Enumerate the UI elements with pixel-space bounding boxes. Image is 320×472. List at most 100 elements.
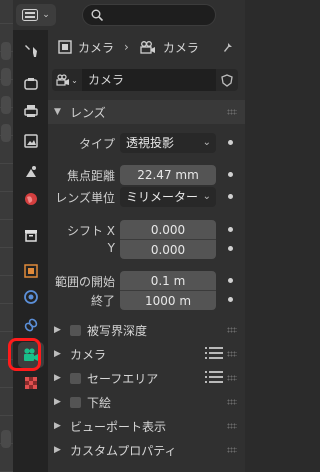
tab-output[interactable] [18,98,44,124]
section-background-images[interactable]: ▶ 下絵 [48,390,245,414]
fake-user-button[interactable] [216,69,238,91]
section-camera-label: カメラ [70,347,107,362]
drag-grip-icon[interactable] [227,351,237,357]
collection-box-icon [25,230,37,242]
lens-unit-label: レンズ単位 [55,191,115,205]
section-safe-areas-label: セーフエリア [87,371,159,386]
shift-y-field[interactable]: 0.000 [120,239,216,259]
drag-grip-icon[interactable] [227,423,237,429]
viewport-button[interactable] [1,430,11,448]
shift-x-label: シフト X [66,224,115,238]
viewport-button[interactable] [1,68,11,86]
browse-datablock-button[interactable]: ⌄ [52,69,82,91]
clip-end-field[interactable]: 1000 m [120,290,216,310]
tab-collection[interactable] [18,222,44,248]
viewport-button[interactable] [1,96,11,114]
lens-unit-dropdown[interactable]: ミリメーター ⌄ [120,187,216,207]
shift-x-field[interactable]: 0.000 [120,220,216,240]
tab-render[interactable] [18,70,44,96]
checker-texture-icon [25,377,37,389]
render-camera-icon [24,78,38,90]
chevron-right-icon: ▶ [54,421,61,431]
shift-y-row: Y 0.000 [48,238,245,260]
viewport-button[interactable] [1,124,11,142]
tab-object[interactable] [18,258,44,284]
section-viewport-display[interactable]: ▶ ビューポート表示 [48,414,245,438]
tab-world[interactable] [18,186,44,212]
tab-constraints[interactable] [18,312,44,338]
chevron-down-icon: ⌄ [71,75,78,85]
focal-length-field[interactable]: 22.47 mm [120,165,216,185]
clip-end-label: 終了 [90,294,115,308]
chevron-down-icon: ⌄ [202,137,211,148]
keyframe-dot[interactable] [228,227,233,232]
datablock-name-field[interactable]: カメラ [82,69,216,91]
chevron-right-icon: ▶ [54,373,61,383]
properties-editor-icon [22,9,39,21]
chevron-right-icon: › [124,40,129,54]
drag-grip-icon[interactable] [227,327,237,333]
chevron-down-icon: ⌄ [202,191,211,202]
viewport-edge [0,0,14,472]
lens-type-dropdown[interactable]: 透視投影 ⌄ [120,133,216,153]
chevron-down-icon: ⌄ [42,10,50,20]
shift-y-value: 0.000 [150,243,186,257]
section-background-label: 下絵 [87,395,112,410]
keyframe-dot[interactable] [228,297,233,302]
drag-grip-icon[interactable] [227,399,237,405]
clip-start-value: 0.1 m [150,274,186,288]
camera-data-icon [56,74,70,86]
focal-length-label: 焦点距離 [66,169,115,183]
keyframe-dot[interactable] [228,278,233,283]
background-images-checkbox[interactable] [70,396,81,408]
context-breadcrumb: カメラ › カメラ [52,36,240,58]
drag-grip-icon[interactable] [227,375,237,381]
tab-tool[interactable] [18,38,44,64]
section-camera[interactable]: ▶ カメラ [48,342,245,366]
tab-scene[interactable] [18,158,44,184]
presets-list-icon[interactable] [205,347,223,359]
properties-tabs [13,30,48,472]
keyframe-dot[interactable] [228,140,233,145]
drag-grip-icon[interactable] [227,447,237,453]
clip-start-field[interactable]: 0.1 m [120,271,216,291]
search-icon [91,9,103,21]
dof-checkbox[interactable] [70,324,81,336]
section-lens[interactable]: ▼ レンズ [48,100,245,124]
chevron-right-icon: ▶ [54,325,61,335]
wrench-screwdriver-icon [25,45,37,57]
keyframe-dot[interactable] [228,172,233,177]
object-icon [58,40,72,54]
chevron-right-icon: ▶ [54,349,61,359]
lens-type-value: 透視投影 [126,136,175,150]
search-input[interactable] [82,4,216,26]
keyframe-dot[interactable] [228,246,233,251]
pin-icon[interactable] [222,40,234,54]
section-depth-of-field[interactable]: ▶ 被写界深度 [48,318,245,342]
tab-texture[interactable] [18,370,44,396]
lens-type-label: タイプ [78,137,115,151]
chevron-right-icon: ▶ [54,445,61,455]
section-safe-areas[interactable]: ▶ セーフエリア [48,366,245,390]
shift-y-label: Y [107,241,115,255]
lens-unit-value: ミリメーター [126,190,199,204]
datablock-name: カメラ [88,73,125,87]
image-icon [24,134,38,148]
lens-unit-row: レンズ単位 ミリメーター ⌄ [48,186,245,208]
viewport-button[interactable] [1,42,11,60]
world-icon [25,193,37,205]
safe-areas-checkbox[interactable] [70,372,81,384]
presets-list-icon[interactable] [205,371,223,383]
section-custom-properties[interactable]: ▶ カスタムプロパティ [48,438,245,462]
tab-physics[interactable] [18,284,44,310]
editor-type-button[interactable]: ⌄ [16,4,56,26]
scene-icon [26,166,36,177]
keyframe-dot[interactable] [228,194,233,199]
focal-length-value: 22.47 mm [137,168,199,182]
tab-view-layer[interactable] [18,128,44,154]
datablock-selector[interactable]: ⌄ カメラ [52,69,238,91]
object-square-icon [24,264,38,278]
focal-length-row: 焦点距離 22.47 mm [48,164,245,186]
clip-end-value: 1000 m [144,294,192,308]
drag-grip-icon[interactable] [227,109,237,115]
